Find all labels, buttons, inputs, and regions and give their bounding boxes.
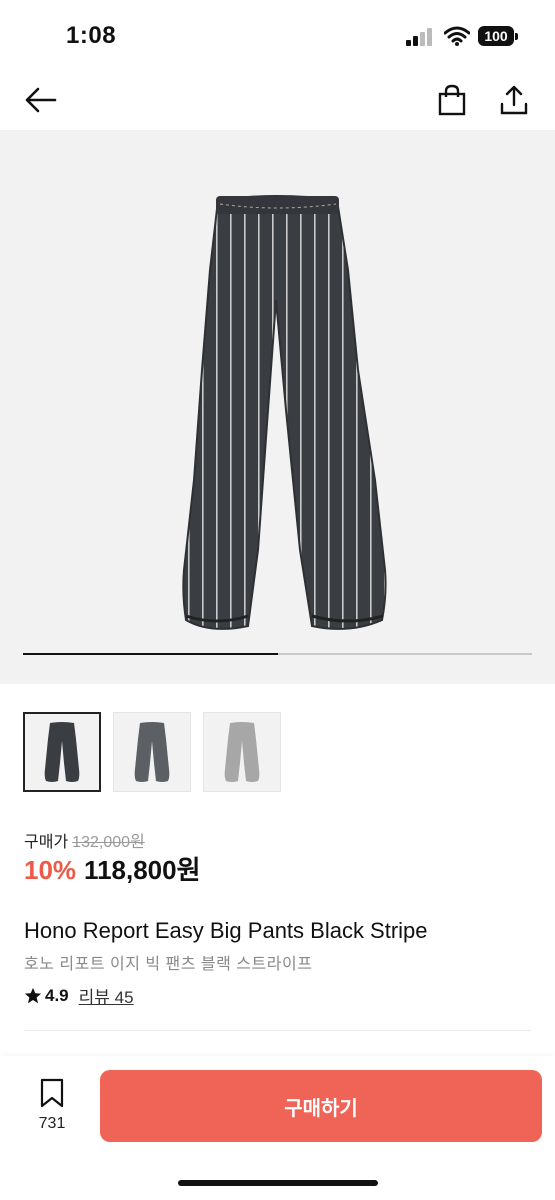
shopping-bag-icon [438,84,466,116]
price-row: 10% 118,800원 [24,850,201,887]
back-arrow-icon [25,87,57,113]
cart-button[interactable] [432,80,472,120]
share-icon [500,85,528,115]
star-icon [24,987,42,1003]
original-price: 132,000원 [72,834,145,851]
sale-price: 118,800원 [84,855,201,885]
bookmark-count: 731 [38,1115,66,1132]
buy-button[interactable]: 구매하기 [100,1070,542,1142]
wifi-icon [444,26,470,46]
thumbnail-2[interactable] [113,712,191,792]
price-label: 구매가 [24,834,69,851]
rating-value: 4.9 [45,985,69,1005]
thumbnail-3[interactable] [203,712,281,792]
thumbnail-1[interactable] [23,712,101,792]
product-title: Hono Report Easy Big Pants Black Stripe [24,918,428,943]
gallery-progress-track [23,653,532,655]
review-link[interactable]: 리뷰 45 [79,983,134,1008]
home-indicator [178,1180,378,1186]
product-image [182,195,387,630]
back-button[interactable] [20,80,60,120]
thumbnail-image [134,722,170,782]
battery-indicator: 100 [478,26,518,46]
bottom-action-bar: 731 구매하기 [0,1056,555,1200]
bookmark-icon [40,1078,64,1108]
top-nav [0,72,555,130]
status-time: 1:08 [66,22,117,49]
rating-row: 4.9 리뷰 45 [24,983,134,1008]
discount-rate: 10% [24,855,77,885]
divider [24,1030,531,1031]
gallery-progress-fill [23,653,278,655]
share-button[interactable] [494,80,534,120]
price-label-row: 구매가 132,000원 [24,828,145,852]
bookmark-button[interactable]: 731 [30,1078,74,1133]
signal-icon [406,28,432,46]
thumbnail-image [224,722,260,782]
product-title-ko: 호노 리포트 이지 빅 팬츠 블랙 스트라이프 [24,956,313,973]
thumbnail-list [23,712,281,792]
thumbnail-image [44,722,80,782]
status-bar: 1:08 100 [0,0,555,72]
product-image-carousel[interactable] [0,130,555,684]
